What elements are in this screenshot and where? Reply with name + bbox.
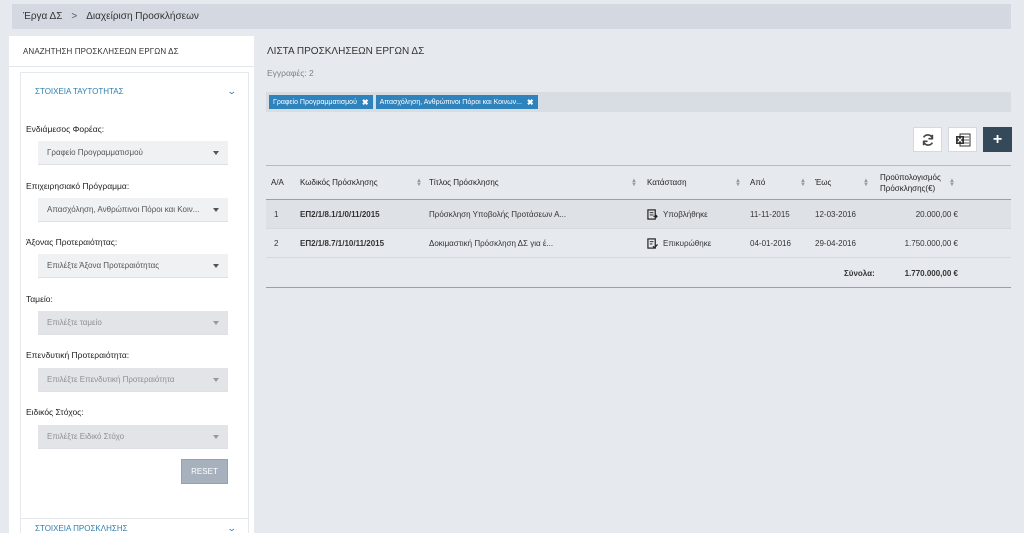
table-header: Α/Α Κωδικός Πρόσκλησης ▲ ▼ Τίτλος Πρόσκλη… [266, 165, 1011, 200]
active-filters-bar: Γραφείο Προγραμματισμού ✖ Απασχόληση, Αν… [266, 92, 1011, 112]
plus-icon: + [992, 130, 1003, 148]
totals-value: 1.770.000,00 € [904, 268, 958, 278]
chevron-down-icon: ⌄ [227, 522, 238, 533]
refresh-button[interactable] [913, 127, 942, 152]
filter-chip[interactable]: Γραφείο Προγραμματισμού ✖ [269, 95, 373, 109]
column-header-aa[interactable]: Α/Α [271, 178, 284, 187]
select-value: Επιλέξτε Ειδικό Στόχο [47, 432, 125, 441]
field-label-specific-objective: Ειδικός Στόχος: [26, 407, 84, 417]
field-label-intermediate-body: Ενδιάμεσος Φορέας: [26, 124, 105, 134]
breadcrumb: Έργα ΔΣ > Διαχείριση Προσκλήσεων [12, 4, 1011, 29]
call-panel: ΣΤΟΙΧΕΙΑ ΠΡΟΣΚΛΗΣΗΣ ⌄ [20, 518, 249, 533]
sort-icon[interactable]: ▲ ▼ [416, 178, 422, 188]
breadcrumb-separator: > [71, 11, 78, 22]
export-excel-button[interactable] [948, 127, 977, 152]
column-header-budget[interactable]: Προϋπολογισμός Πρόσκλησης(€) [880, 172, 941, 194]
filter-chip[interactable]: Απασχόληση, Ανθρώπινοι Πόροι και Κοινων.… [375, 95, 538, 109]
caret-down-icon [213, 320, 219, 325]
column-header-title[interactable]: Τίτλος Πρόσκλησης [429, 178, 499, 187]
call-panel-title: ΣΤΟΙΧΕΙΑ ΠΡΟΣΚΛΗΣΗΣ [35, 523, 128, 533]
cell-aa: 2 [274, 239, 279, 248]
field-label-investment-priority: Επενδυτική Προτεραιότητα: [26, 350, 130, 360]
column-header-to[interactable]: Έως [815, 178, 831, 187]
cell-aa: 1 [274, 210, 279, 219]
cell-budget: 1.750.000,00 € [904, 239, 958, 248]
column-header-code[interactable]: Κωδικός Πρόσκλησης [300, 178, 378, 187]
sort-icon[interactable]: ▲ ▼ [949, 178, 955, 188]
sort-icon[interactable]: ▲ ▼ [863, 178, 869, 188]
select-value: Επιλέξτε ταμείο [47, 318, 102, 327]
intermediate-body-select[interactable]: Γραφείο Προγραμματισμού [38, 141, 228, 165]
add-button[interactable]: + [983, 127, 1012, 152]
column-header-budget-line1: Προϋπολογισμός [880, 173, 941, 182]
caret-down-icon [213, 434, 219, 439]
status-text: Υποβλήθηκε [663, 210, 708, 219]
close-icon[interactable]: ✖ [362, 98, 369, 107]
sidebar-title: ΑΝΑΖΗΤΗΣΗ ΠΡΟΣΚΛΗΣΕΩΝ ΕΡΓΩΝ ΔΣ [9, 36, 254, 67]
cell-budget: 20.000,00 € [915, 210, 958, 219]
select-value: Επιλέξτε Επενδυτική Προτεραιότητα [47, 375, 175, 384]
cell-to: 29-04-2016 [815, 239, 856, 248]
identity-panel-header[interactable]: ΣΤΟΙΧΕΙΑ ΤΑΥΤΟΤΗΤΑΣ ⌄ [21, 73, 248, 110]
calls-table: Α/Α Κωδικός Πρόσκλησης ▲ ▼ Τίτλος Πρόσκλη… [266, 165, 1011, 288]
breadcrumb-home[interactable]: Έργα ΔΣ [23, 11, 62, 22]
specific-objective-select: Επιλέξτε Ειδικό Στόχο [38, 425, 228, 449]
cell-code: ΕΠ2/1/8.1/1/0/11/2015 [300, 210, 380, 219]
cell-title: Δοκιμαστική Πρόσκληση ΔΣ για έ... [429, 239, 554, 248]
column-header-from[interactable]: Από [750, 178, 765, 187]
page-title: ΛΙΣΤΑ ΠΡΟΣΚΛΗΣΕΩΝ ΕΡΓΩΝ ΔΣ [267, 46, 425, 57]
caret-down-icon [213, 377, 219, 382]
cell-title: Πρόσκληση Υποβολής Προτάσεων Α... [429, 210, 567, 219]
call-panel-header[interactable]: ΣΤΟΙΧΕΙΑ ΠΡΟΣΚΛΗΣΗΣ ⌄ [21, 519, 248, 533]
approved-icon [647, 238, 658, 249]
table-row[interactable]: 1 ΕΠ2/1/8.1/1/0/11/2015 Πρόσκληση Υποβολ… [266, 200, 1011, 229]
filter-chip-label: Απασχόληση, Ανθρώπινοι Πόροι και Κοινων.… [379, 98, 522, 106]
column-header-budget-line2: Πρόσκλησης(€) [880, 184, 936, 193]
reset-button[interactable]: RESET [181, 459, 228, 484]
close-icon[interactable]: ✖ [527, 98, 534, 107]
investment-priority-select: Επιλέξτε Επενδυτική Προτεραιότητα [38, 368, 228, 392]
select-value: Επιλέξτε Άξονα Προτεραιότητας [47, 261, 160, 270]
chevron-down-icon: ⌄ [227, 86, 238, 96]
sort-icon[interactable]: ▲ ▼ [800, 178, 806, 188]
records-count: Εγγραφές: 2 [267, 68, 314, 78]
refresh-icon [922, 133, 933, 146]
caret-down-icon [213, 207, 219, 212]
field-label-operational-programme: Επιχειρησιακό Πρόγραμμα: [26, 181, 130, 191]
cell-from: 11-11-2015 [750, 210, 790, 219]
submitted-icon [647, 209, 658, 220]
sort-icon[interactable]: ▲ ▼ [735, 178, 741, 188]
field-label-priority-axis: Άξονας Προτεραιότητας: [26, 237, 118, 247]
cell-to: 12-03-2016 [815, 210, 856, 219]
status-text: Επικυρώθηκε [663, 239, 712, 248]
filter-chip-label: Γραφείο Προγραμματισμού [273, 98, 357, 106]
identity-panel-title: ΣΤΟΙΧΕΙΑ ΤΑΥΤΟΤΗΤΑΣ [35, 87, 124, 96]
identity-panel: ΣΤΟΙΧΕΙΑ ΤΑΥΤΟΤΗΤΑΣ ⌄ [20, 72, 249, 520]
priority-axis-select[interactable]: Επιλέξτε Άξονα Προτεραιότητας [38, 254, 228, 278]
excel-icon [955, 133, 970, 146]
cell-status: Υποβλήθηκε [647, 200, 708, 229]
select-value: Γραφείο Προγραμματισμού [47, 148, 143, 157]
operational-programme-select[interactable]: Απασχόληση, Ανθρώπινοι Πόροι και Κοιν... [38, 198, 228, 222]
cell-from: 04-01-2016 [750, 239, 791, 248]
fund-select: Επιλέξτε ταμείο [38, 311, 228, 335]
table-row[interactable]: 2 ΕΠ2/1/8.7/1/10/11/2015 Δοκιμαστική Πρό… [266, 229, 1011, 258]
totals-row: Σύνολα: 1.770.000,00 € [266, 258, 1011, 288]
cell-code: ΕΠ2/1/8.7/1/10/11/2015 [300, 239, 385, 248]
select-value: Απασχόληση, Ανθρώπινοι Πόροι και Κοιν... [47, 205, 200, 214]
column-header-status[interactable]: Κατάσταση [647, 178, 687, 187]
sort-icon[interactable]: ▲ ▼ [631, 178, 637, 188]
field-label-fund: Ταμείο: [26, 294, 53, 304]
breadcrumb-current: Διαχείριση Προσκλήσεων [86, 11, 199, 22]
caret-down-icon [213, 150, 219, 155]
caret-down-icon [213, 263, 219, 268]
cell-status: Επικυρώθηκε [647, 229, 711, 258]
